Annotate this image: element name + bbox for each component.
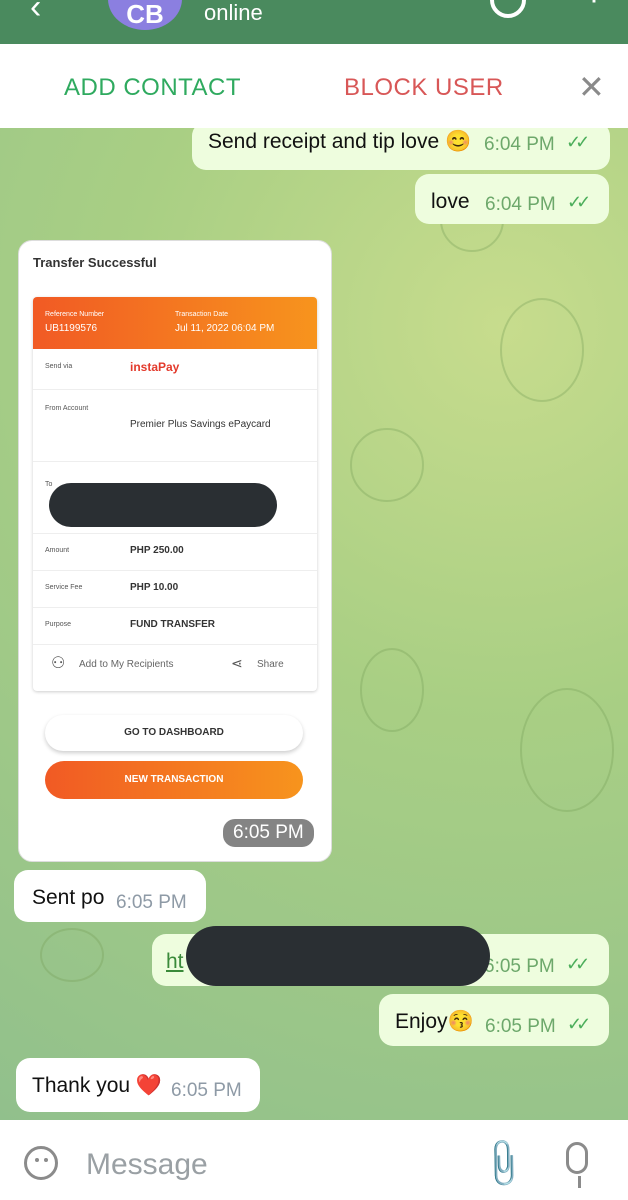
microphone-stand bbox=[578, 1176, 581, 1188]
message-time: 6:05 PM bbox=[485, 1016, 556, 1037]
reference-value: UB1199576 bbox=[45, 323, 98, 334]
outgoing-message[interactable]: love 6:04 PM ✓✓ bbox=[415, 174, 609, 224]
receipt-title: Transfer Successful bbox=[33, 255, 157, 270]
online-status: online bbox=[204, 0, 263, 25]
incoming-message[interactable]: Thank you ❤️ 6:05 PM bbox=[16, 1058, 260, 1112]
message-time: 6:05 PM bbox=[171, 1080, 242, 1101]
redaction-overlay bbox=[49, 483, 277, 527]
message-input[interactable]: Message bbox=[86, 1148, 208, 1182]
incoming-message[interactable]: Sent po 6:05 PM bbox=[14, 870, 206, 922]
date-label: Transaction Date bbox=[175, 311, 229, 318]
send-via-row: Send via instaPay bbox=[33, 349, 317, 390]
back-arrow-icon[interactable]: ‹ bbox=[30, 0, 41, 27]
message-text: love bbox=[431, 190, 470, 213]
amount-row: Amount PHP 250.00 bbox=[33, 533, 317, 571]
background-doodle bbox=[360, 648, 424, 732]
from-value: Premier Plus Savings ePaycard bbox=[130, 419, 271, 430]
purpose-label: Purpose bbox=[45, 621, 72, 628]
message-text: Enjoy😚 bbox=[395, 1010, 474, 1033]
attach-icon[interactable]: 📎 bbox=[474, 1135, 532, 1193]
share-link: Share bbox=[257, 659, 284, 670]
fee-value: PHP 10.00 bbox=[130, 582, 179, 593]
redaction-overlay bbox=[186, 926, 490, 986]
read-checkmarks-icon: ✓✓ bbox=[566, 132, 590, 152]
chat-area[interactable]: Send receipt and tip love 😊 6:04 PM ✓✓ l… bbox=[0, 128, 628, 1120]
message-text: Sent po bbox=[32, 886, 105, 909]
background-doodle bbox=[520, 688, 614, 812]
outgoing-message[interactable]: Enjoy😚 6:05 PM ✓✓ bbox=[379, 994, 609, 1046]
receipt-banner: Reference Number UB1199576 Transaction D… bbox=[33, 297, 317, 349]
image-timestamp: 6:05 PM bbox=[223, 819, 314, 847]
contact-action-bar: ADD CONTACT BLOCK USER ✕ bbox=[0, 44, 628, 128]
date-value: Jul 11, 2022 06:04 PM bbox=[175, 323, 275, 334]
message-input-bar: Message 📎 bbox=[0, 1120, 628, 1200]
microphone-icon[interactable] bbox=[566, 1142, 588, 1174]
message-time: 6:05 PM bbox=[116, 892, 187, 913]
close-icon[interactable]: ✕ bbox=[578, 68, 605, 106]
read-checkmarks-icon: ✓✓ bbox=[566, 954, 590, 974]
background-doodle bbox=[350, 428, 424, 502]
message-time: 6:04 PM bbox=[485, 194, 556, 215]
add-contact-button[interactable]: ADD CONTACT bbox=[64, 74, 241, 102]
instapay-logo: instaPay bbox=[130, 360, 180, 374]
outgoing-message[interactable]: Send receipt and tip love 😊 6:04 PM ✓✓ bbox=[192, 128, 610, 170]
fee-label: Service Fee bbox=[45, 584, 83, 591]
message-time: 6:04 PM bbox=[484, 134, 555, 155]
from-account-row: From Account Premier Plus Savings ePayca… bbox=[33, 389, 317, 462]
receipt-image-message[interactable]: Transfer Successful Reference Number UB1… bbox=[18, 240, 332, 862]
avatar[interactable]: CB bbox=[108, 0, 182, 30]
read-checkmarks-icon: ✓✓ bbox=[567, 1014, 591, 1034]
share-icon: ⋖ bbox=[231, 655, 243, 671]
new-transaction-button: NEW TRANSACTION bbox=[45, 761, 303, 799]
to-label: To bbox=[45, 481, 53, 488]
send-via-label: Send via bbox=[45, 363, 73, 370]
from-label: From Account bbox=[45, 405, 89, 412]
amount-label: Amount bbox=[45, 547, 70, 554]
call-icon[interactable] bbox=[490, 0, 526, 18]
purpose-row: Purpose FUND TRANSFER bbox=[33, 607, 317, 645]
read-checkmarks-icon: ✓✓ bbox=[567, 192, 591, 212]
block-user-button[interactable]: BLOCK USER bbox=[344, 74, 504, 102]
reference-label: Reference Number bbox=[45, 311, 105, 318]
message-text: Send receipt and tip love 😊 bbox=[208, 130, 472, 153]
background-doodle bbox=[500, 298, 584, 402]
purpose-value: FUND TRANSFER bbox=[130, 619, 215, 630]
chat-header: ‹ CB online ⋮ bbox=[0, 0, 628, 44]
message-time: 6:05 PM bbox=[484, 956, 555, 977]
service-fee-row: Service Fee PHP 10.00 bbox=[33, 570, 317, 608]
add-recipient-link: Add to My Recipients bbox=[79, 659, 174, 670]
add-recipient-icon: ⚇ bbox=[51, 655, 66, 672]
background-doodle bbox=[40, 928, 104, 982]
message-text: Thank you ❤️ bbox=[32, 1074, 163, 1097]
message-link[interactable]: ht bbox=[166, 950, 184, 974]
amount-value: PHP 250.00 bbox=[130, 545, 184, 556]
go-to-dashboard-button: GO TO DASHBOARD bbox=[45, 715, 303, 751]
emoji-icon[interactable] bbox=[24, 1146, 58, 1180]
